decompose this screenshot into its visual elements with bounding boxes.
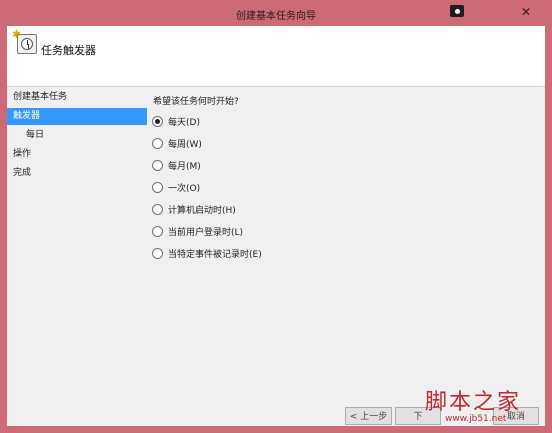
radio-button[interactable] [152,204,163,215]
option-label: 计算机启动时(H) [168,206,236,216]
wizard-window: 创建基本任务向导 ✕ ✱ 任务触发器 创建基本任务 触发器 每日 操作 完成 希… [0,0,552,433]
window-title: 创建基本任务向导 [236,11,316,22]
option-monthly[interactable]: 每月(M) [152,160,201,174]
radio-button-checked[interactable] [152,116,163,127]
radio-button[interactable] [152,138,163,149]
cancel-button[interactable]: 取消 [493,407,539,425]
radio-button[interactable] [152,182,163,193]
option-label: 每周(W) [168,140,202,150]
close-button[interactable]: ✕ [511,4,541,20]
option-label: 一次(O) [168,184,201,194]
title-bar: 创建基本任务向导 ✕ [0,0,552,26]
option-label: 每月(M) [168,162,201,172]
option-computer-startup[interactable]: 计算机启动时(H) [152,204,236,218]
option-label: 每天(D) [168,118,200,128]
back-button[interactable]: < 上一步 [345,407,392,425]
clock-icon [17,34,37,54]
sidebar-item-finish[interactable]: 完成 [7,165,147,182]
option-user-logon[interactable]: 当前用户登录时(L) [152,226,243,240]
trigger-options-panel: 希望该任务何时开始? 每天(D) 每周(W) 每月(M) 一次(O) 计算机启动… [150,87,545,426]
question-label: 希望该任务何时开始? [153,97,239,107]
sidebar-item-trigger[interactable]: 触发器 [7,108,147,125]
steps-sidebar: 创建基本任务 触发器 每日 操作 完成 [7,87,147,426]
wizard-client-area: ✱ 任务触发器 创建基本任务 触发器 每日 操作 完成 希望该任务何时开始? 每… [7,26,545,426]
sidebar-item-create-basic-task[interactable]: 创建基本任务 [7,89,147,106]
option-once[interactable]: 一次(O) [152,182,200,196]
option-weekly[interactable]: 每周(W) [152,138,202,152]
page-title: 任务触发器 [41,44,96,57]
option-label: 当前用户登录时(L) [168,228,244,238]
sidebar-item-action[interactable]: 操作 [7,146,147,163]
next-button[interactable]: 下 [395,407,441,425]
option-daily[interactable]: 每天(D) [152,116,200,130]
camera-icon[interactable] [450,5,464,17]
wizard-body: 创建基本任务 触发器 每日 操作 完成 希望该任务何时开始? 每天(D) 每周(… [7,87,545,426]
wizard-header: ✱ 任务触发器 [7,26,545,87]
sidebar-item-daily[interactable]: 每日 [7,127,147,144]
option-event-logged[interactable]: 当特定事件被记录时(E) [152,248,262,262]
radio-button[interactable] [152,248,163,259]
option-label: 当特定事件被记录时(E) [168,250,262,260]
radio-button[interactable] [152,226,163,237]
radio-button[interactable] [152,160,163,171]
